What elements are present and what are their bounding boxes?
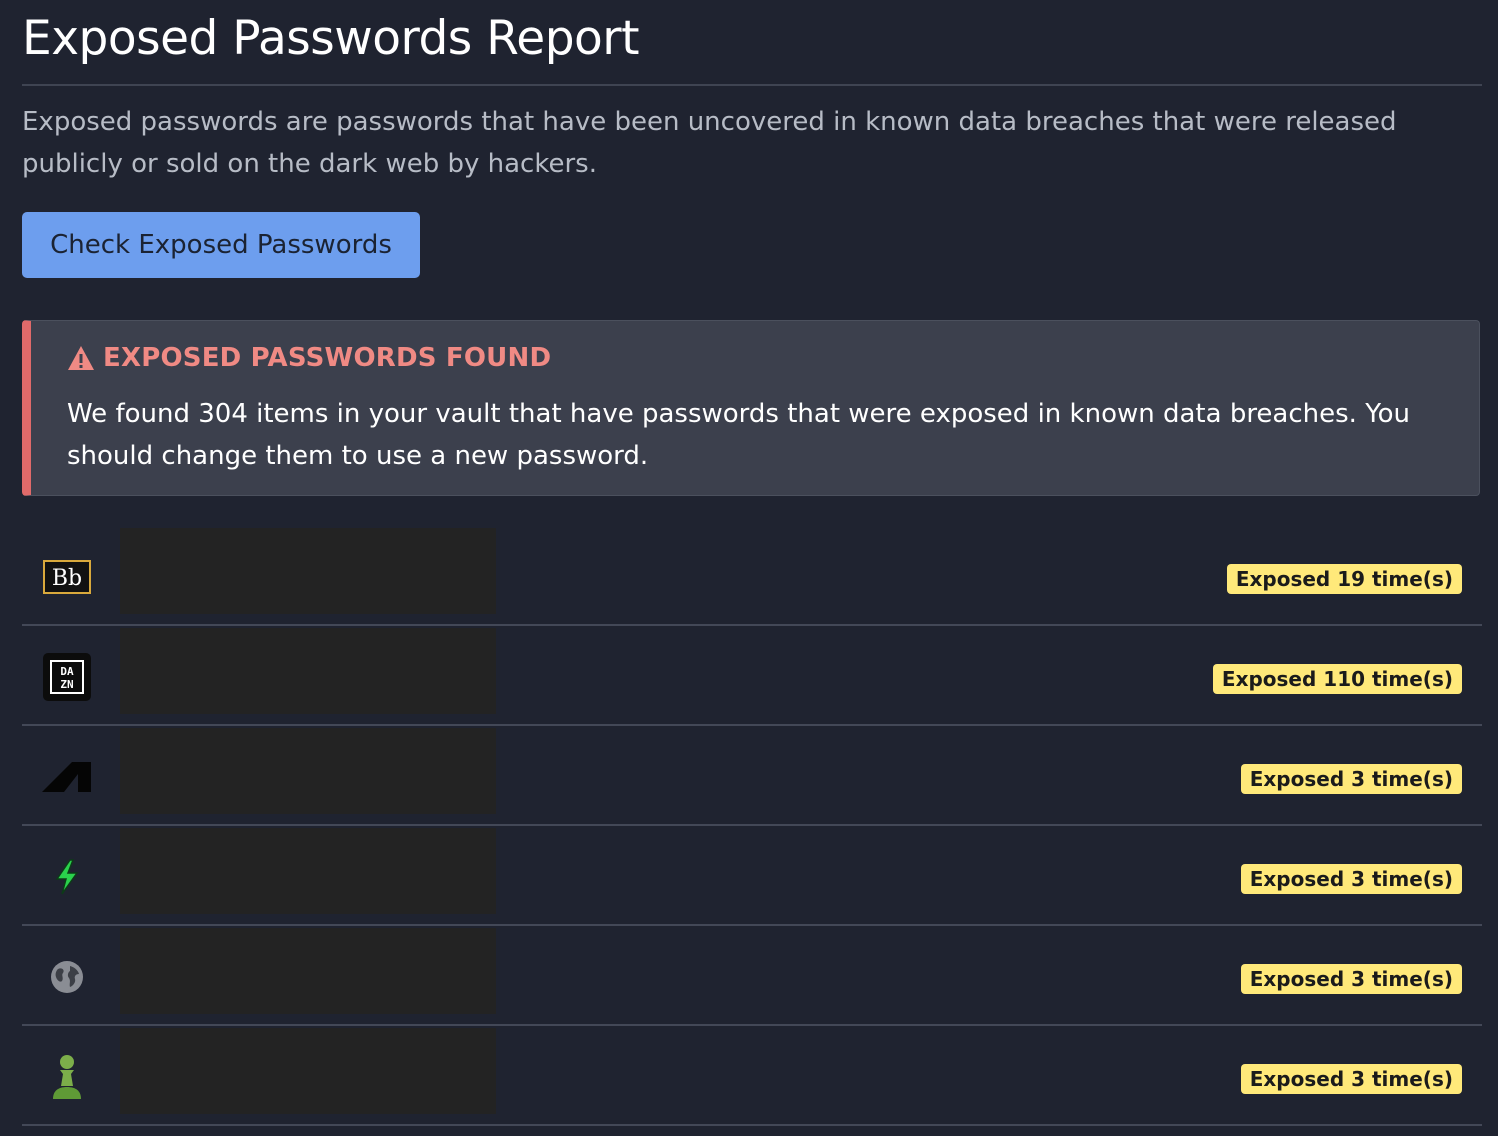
exposed-count-badge: Exposed 3 time(s)	[1240, 764, 1462, 794]
item-name-redacted[interactable]	[120, 528, 496, 614]
item-name-redacted[interactable]	[120, 628, 496, 714]
page-title: Exposed Passwords Report	[22, 11, 640, 66]
report-description: Exposed passwords are passwords that hav…	[22, 107, 1397, 179]
exposed-count-badge: Exposed 3 time(s)	[1240, 1064, 1462, 1094]
list-item[interactable]: Exposed 3 time(s)	[22, 926, 1482, 1026]
alert-heading-text: EXPOSED PASSWORDS FOUND	[103, 343, 552, 373]
item-name-redacted[interactable]	[120, 828, 496, 914]
exposed-items-list: Bb Exposed 19 time(s) DA ZN Exposed 110 …	[22, 526, 1482, 1126]
svg-text:Bb: Bb	[52, 566, 82, 591]
check-exposed-passwords-button[interactable]: Check Exposed Passwords	[22, 212, 420, 278]
blackboard-icon: Bb	[42, 552, 92, 602]
globe-icon	[42, 952, 92, 1002]
exposed-count-badge: Exposed 110 time(s)	[1212, 664, 1462, 694]
list-item[interactable]: Exposed 3 time(s)	[22, 826, 1482, 926]
item-name-redacted[interactable]	[120, 1028, 496, 1114]
autodesk-icon	[42, 752, 92, 802]
chess-pawn-icon	[42, 1052, 92, 1102]
svg-text:DA: DA	[60, 665, 74, 678]
exposed-count-badge: Exposed 19 time(s)	[1226, 564, 1462, 594]
list-item[interactable]: DA ZN Exposed 110 time(s)	[22, 626, 1482, 726]
list-item[interactable]: Exposed 3 time(s)	[22, 726, 1482, 826]
item-name-redacted[interactable]	[120, 728, 496, 814]
exposed-count-badge: Exposed 3 time(s)	[1240, 864, 1462, 894]
svg-text:ZN: ZN	[60, 678, 73, 691]
list-item[interactable]: Bb Exposed 19 time(s)	[22, 526, 1482, 626]
title-divider	[22, 84, 1482, 86]
lightning-bolt-icon	[42, 852, 92, 902]
alert-heading: EXPOSED PASSWORDS FOUND	[67, 343, 551, 373]
list-item[interactable]: Exposed 3 time(s)	[22, 1026, 1482, 1126]
warning-icon	[68, 346, 94, 370]
exposed-passwords-report-page: Exposed Passwords Report Exposed passwor…	[0, 0, 1498, 1136]
item-name-redacted[interactable]	[120, 928, 496, 1014]
exposed-passwords-alert: EXPOSED PASSWORDS FOUND We found 304 ite…	[22, 320, 1480, 496]
alert-body: We found 304 items in your vault that ha…	[67, 399, 1411, 471]
exposed-count-badge: Exposed 3 time(s)	[1240, 964, 1462, 994]
dazn-icon: DA ZN	[42, 652, 92, 702]
